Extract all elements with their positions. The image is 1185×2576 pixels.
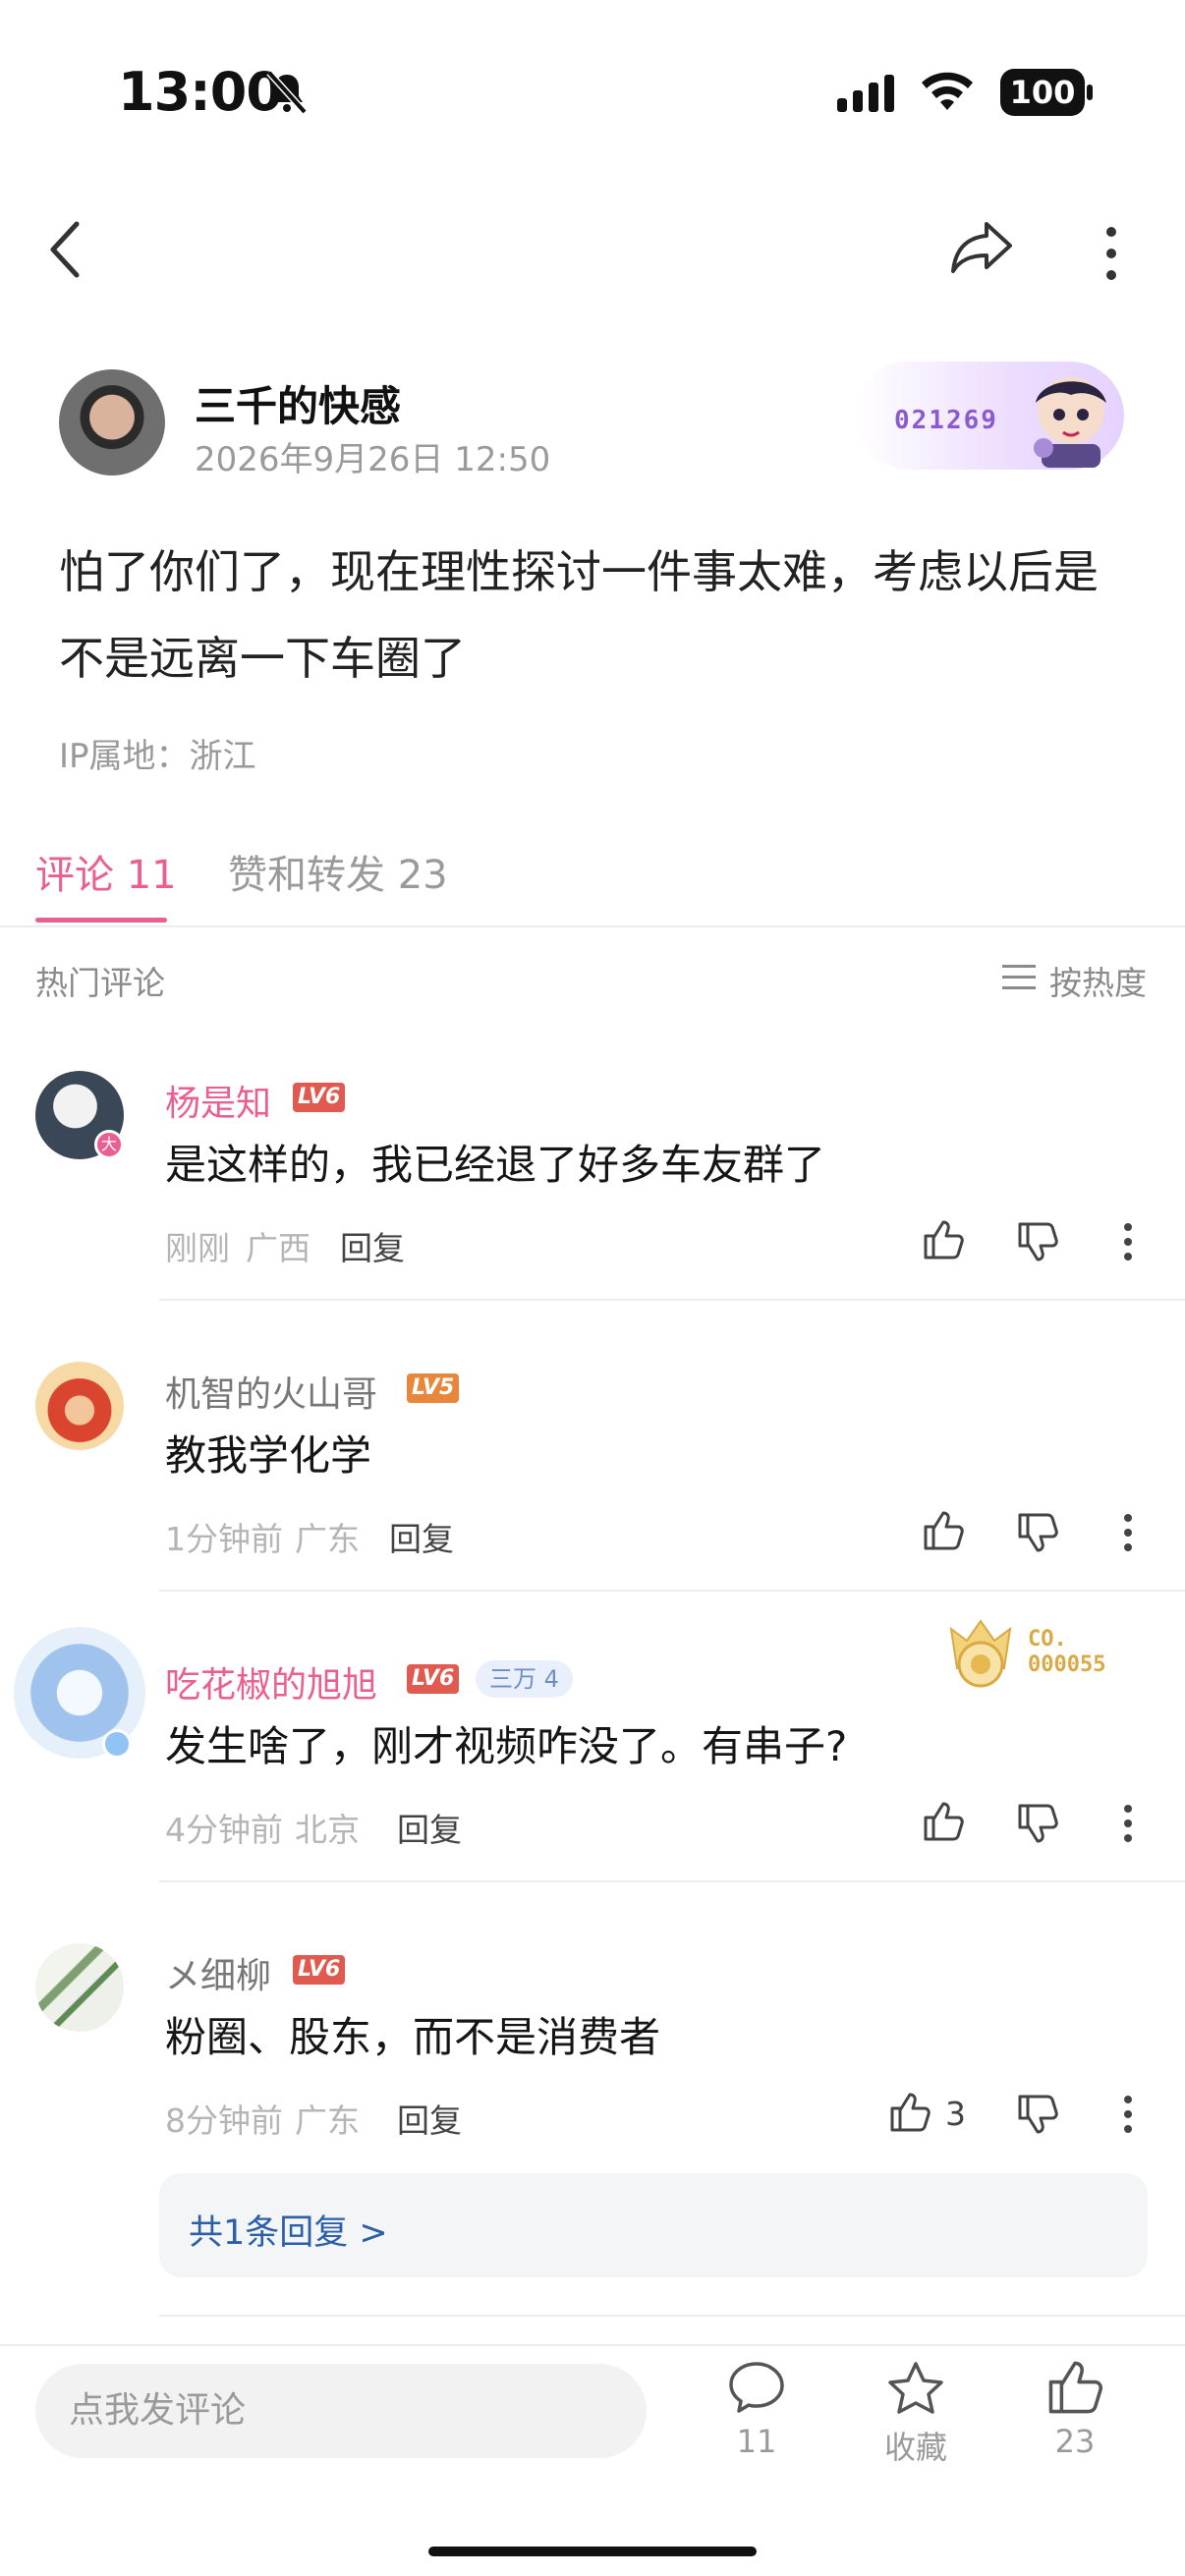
sort-icon[interactable] [1002,963,1038,992]
comment-text: 粉圈、股东，而不是消费者 [165,2013,661,2061]
comment-input[interactable]: 点我发评论 [35,2364,647,2458]
status-time: 13:00 [118,61,283,123]
sort-by-popularity[interactable]: 按热度 [1049,957,1147,1004]
comment-author[interactable]: 机智的火山哥 [165,1366,377,1417]
comment-more-icon[interactable] [1122,2095,1134,2134]
reply-button[interactable]: 回复 [397,1804,462,1851]
tab-likes-reposts[interactable]: 赞和转发 23 [228,843,448,900]
silent-bell-icon [263,69,310,116]
signal-icon [837,73,900,116]
post-content: 怕了你们了，现在理性探讨一件事太难，考虑以后是不是远离一下车圈了 [59,545,1099,685]
medal-text: CO. 000055 [1028,1627,1106,1677]
comment-divider [159,1880,1185,1882]
fan-badge-number: 021269 [894,406,998,435]
level-badge: LV6 [293,1083,346,1112]
fan-chip: 三万 4 [476,1660,573,1698]
comment-more-icon[interactable] [1122,1513,1134,1552]
like-count: 3 [945,2095,966,2133]
comment-location: 北京 [295,1811,360,1849]
tabs-divider [0,925,1185,927]
hot-comments-label: 热门评论 [35,964,165,1002]
level-badge: LV5 [407,1373,460,1403]
tab-active-indicator [35,918,167,923]
thumbs-up-icon[interactable] [922,1800,965,1843]
comment-bubble-icon[interactable] [727,2360,786,2415]
verified-heart-icon [102,1729,132,1759]
wifi-icon [918,71,977,116]
reply-button[interactable]: 回复 [389,1513,454,1560]
comment-author[interactable]: 吃花椒的旭旭 [165,1656,377,1708]
thumbs-down-icon[interactable] [1016,1802,1059,1845]
medal-icon [945,1619,1016,1694]
comment-divider [159,1299,1185,1301]
comment-location: 广东 [295,1520,360,1558]
comment-text: 是这样的，我已经退了好多车友群了 [165,1141,826,1189]
comment-author[interactable]: 杨是知 [165,1075,271,1126]
comment-location: 广东 [295,2101,360,2140]
comment-time: 4分钟前 [165,1811,283,1849]
thumbs-down-icon[interactable] [1016,1220,1059,1263]
favorite-label[interactable]: 收藏 [857,2423,975,2468]
comment-divider [159,1590,1185,1592]
comment-avatar[interactable] [35,1362,124,1450]
comment-author[interactable]: メ细柳 [165,1947,271,1998]
badge-character-icon [1016,364,1120,468]
comment-avatar[interactable] [35,1943,124,2032]
comment-time: 刚刚 [165,1229,230,1267]
thumbs-up-icon[interactable] [922,1218,965,1261]
home-indicator [428,2547,757,2556]
thumbs-down-icon[interactable] [1016,1511,1059,1554]
comment-time: 1分钟前 [165,1520,283,1558]
star-icon[interactable] [886,2360,945,2417]
battery-indicator: 100 [1000,69,1085,116]
comment-time: 8分钟前 [165,2101,283,2140]
view-replies-link[interactable]: 共1条回复 > [189,2205,388,2255]
comment-text: 教我学化学 [165,1431,372,1480]
back-button[interactable] [45,218,85,281]
reply-button[interactable]: 回复 [340,1222,405,1269]
more-options-button[interactable] [1100,224,1122,283]
post-date: 2026年9月26日 12:50 [195,440,551,479]
like-count-total: 23 [1054,2423,1096,2460]
comment-text: 发生啥了，刚才视频咋没了。有串子? [165,1722,848,1770]
like-post-icon[interactable] [1045,2358,1104,2417]
level-badge: LV6 [407,1664,460,1694]
reply-button[interactable]: 回复 [397,2095,462,2142]
thumbs-up-icon[interactable] [922,1509,965,1552]
share-button[interactable] [949,218,1014,277]
comment-more-icon[interactable] [1122,1804,1134,1843]
tab-comments[interactable]: 评论 11 [35,843,177,900]
author-avatar[interactable] [59,369,165,476]
comment-location: 广西 [246,1229,310,1267]
comment-more-icon[interactable] [1122,1222,1134,1261]
thumbs-down-icon[interactable] [1016,2093,1059,2136]
level-badge: LV6 [293,1955,346,1985]
big-v-badge-icon: 大 [94,1130,124,1159]
comment-divider [159,2315,1185,2317]
author-name[interactable]: 三千的快感 [195,373,401,433]
ip-location: IP属地：浙江 [59,737,256,776]
thumbs-up-icon[interactable] [888,2091,931,2134]
comment-count: 11 [736,2423,777,2460]
battery-tip [1087,84,1093,100]
